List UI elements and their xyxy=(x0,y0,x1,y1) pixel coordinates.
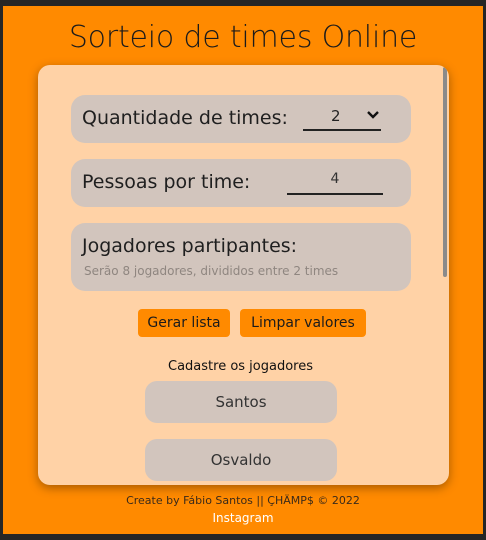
instagram-link[interactable]: Instagram xyxy=(0,511,486,525)
people-per-team-input[interactable]: 4 xyxy=(287,171,383,195)
footer-credit: Create by Fábio Santos || ÇHÄMP$ © 2022 xyxy=(126,494,360,507)
people-per-team-row: Pessoas por time: 4 xyxy=(71,159,411,207)
teams-count-value: 2 xyxy=(331,107,341,125)
players-summary-box: Jogadores partipantes: Serão 8 jogadores… xyxy=(71,223,411,291)
page-title: Sorteio de times Online xyxy=(68,20,418,55)
clear-values-button[interactable]: Limpar valores xyxy=(240,309,366,337)
generate-list-button[interactable]: Gerar lista xyxy=(138,309,230,337)
players-summary: Serão 8 jogadores, divididos entre 2 tim… xyxy=(84,264,339,278)
teams-count-select[interactable]: 2 xyxy=(303,107,381,131)
teams-count-label: Quantidade de times: xyxy=(82,107,288,129)
scrollbar[interactable] xyxy=(443,67,447,277)
chevron-down-icon xyxy=(367,111,379,119)
players-title: Jogadores partipantes: xyxy=(82,235,298,257)
people-per-team-label: Pessoas por time: xyxy=(82,171,251,193)
register-players-title: Cadastre os jogadores xyxy=(168,359,313,374)
teams-count-row: Quantidade de times: 2 xyxy=(71,95,411,143)
main-card: Quantidade de times: 2 Pessoas por time:… xyxy=(38,65,449,485)
player-item[interactable]: Santos xyxy=(145,381,337,423)
player-item[interactable]: Osvaldo xyxy=(145,439,337,481)
